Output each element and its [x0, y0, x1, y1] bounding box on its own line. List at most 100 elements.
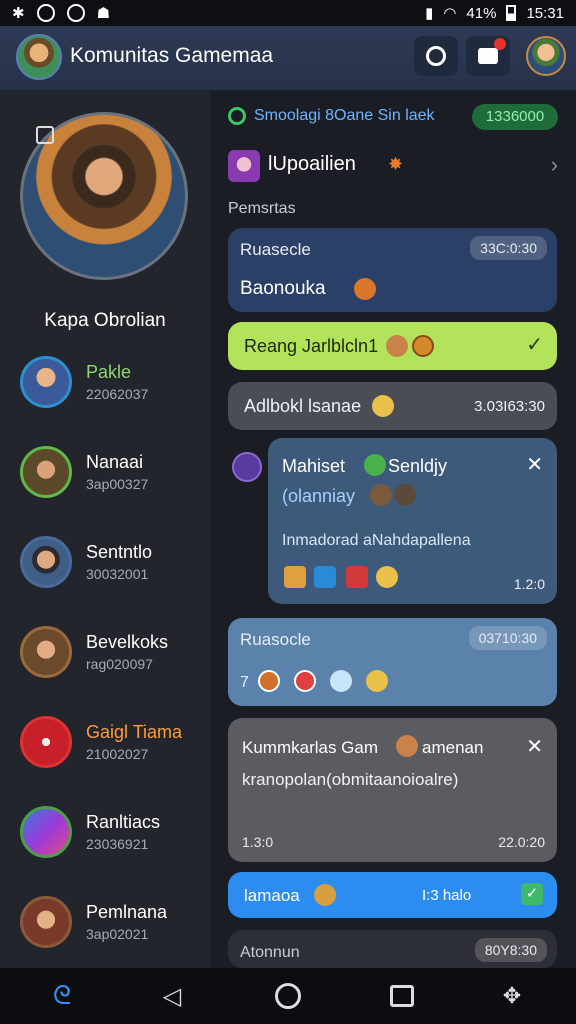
wifi-icon: ◠: [443, 5, 457, 22]
contact-number: 22062037: [86, 386, 149, 402]
compass-icon: [426, 46, 446, 66]
message-bubble[interactable]: Ruasecle 33C:0:30 Baonouka: [228, 228, 557, 312]
reaction-icon[interactable]: [366, 670, 388, 692]
app-header: Komunitas Gamemaa: [0, 26, 576, 90]
check-circle-icon: [228, 107, 246, 125]
game-icon: ☗: [96, 5, 111, 22]
contact-item[interactable]: Gaigl Tiama 21002027: [20, 714, 210, 774]
back-button[interactable]: ◁: [152, 978, 192, 1014]
inbox-button[interactable]: [466, 36, 510, 76]
sync-icon: [36, 4, 55, 22]
user-avatar[interactable]: [526, 36, 566, 76]
contact-item[interactable]: Sentntlo 30032001: [20, 534, 210, 594]
message-card[interactable]: Mahiset Senldjy ✕ (olanniay Inmadorad aN…: [268, 438, 557, 604]
contact-avatar: [20, 896, 72, 948]
chat-panel: Smoolagi 8Oane Sin laek 1336000 lUpoaili…: [210, 90, 576, 968]
message-text: lamaoa: [244, 886, 300, 905]
card-title: Mahiset: [282, 456, 346, 476]
contact-item[interactable]: Pemlnana 3ap02021: [20, 894, 210, 954]
banner-text: Smoolagi 8Oane Sin laek: [254, 107, 435, 124]
inbox-icon: [478, 48, 498, 64]
contacts-sidebar: Kapa Obrolian Pakle 22062037 Nanaai 3ap0…: [0, 90, 210, 968]
app-home-button[interactable]: ᘓ: [42, 978, 82, 1014]
message-card[interactable]: Kummkarlas Gam amenan ✕ kranopolan(obmit…: [228, 718, 557, 862]
sticker-icon[interactable]: [314, 566, 336, 588]
contact-avatar: [20, 536, 72, 588]
channel-row[interactable]: lUpoailien ✸ ›: [228, 148, 558, 182]
sticker-icon[interactable]: [376, 566, 398, 588]
message-time: 3.03I63:30: [474, 398, 545, 415]
card-title-2: amenan: [422, 738, 484, 757]
message-subtext: I:3 halo: [422, 887, 472, 904]
read-check-icon: ✓: [521, 883, 543, 905]
game-badge-icon: [232, 452, 262, 482]
close-icon[interactable]: ✕: [526, 734, 543, 759]
message-time: 33C:0:30: [470, 236, 547, 260]
home-circle-icon: [275, 983, 301, 1009]
contact-item[interactable]: Pakle 22062037: [20, 354, 210, 414]
profile-name: Kapa Obrolian: [44, 310, 166, 331]
close-icon[interactable]: ✕: [526, 452, 543, 477]
sticker-icon[interactable]: [284, 566, 306, 588]
banner-count: 1336000: [472, 104, 558, 130]
character-emoji-icon: [396, 735, 418, 757]
message-text: Reang Jarlblcln1: [244, 336, 379, 356]
contact-avatar: [20, 716, 72, 768]
contact-number: 30032001: [86, 566, 149, 582]
game-mode-button[interactable]: ✥: [492, 978, 532, 1014]
message-bubble[interactable]: lamaoa I:3 halo ✓: [228, 872, 557, 918]
card-body: kranopolan(obmitaanoioalre): [242, 770, 459, 789]
music-icon: [66, 4, 85, 22]
message-sender: Ruasecle: [240, 240, 311, 259]
contact-name: Pakle: [86, 362, 132, 382]
discover-button[interactable]: [414, 36, 458, 76]
reaction-icon[interactable]: [294, 670, 316, 692]
status-bar: ✱ ☗ ▮ ◠ 41% 15:31: [0, 0, 576, 26]
message-bubble[interactable]: Atonnun 80Y8:30: [228, 930, 557, 968]
contact-item[interactable]: Ranltiacs 23036921: [20, 804, 210, 864]
message-time: 80Y8:30: [474, 938, 547, 962]
character-emoji-icon: [314, 884, 336, 906]
contact-name: Bevelkoks: [86, 632, 169, 652]
community-avatar[interactable]: [16, 34, 62, 80]
coin-emoji-icon: [412, 335, 434, 357]
message-time: 1.2:0: [513, 576, 545, 592]
chevron-right-icon: ›: [550, 152, 558, 177]
message-time: 03710:30: [468, 626, 547, 650]
fire-emoji-icon: [354, 278, 376, 300]
page-title: Komunitas Gamemaa: [70, 44, 274, 67]
edit-icon[interactable]: [36, 126, 54, 144]
contact-item[interactable]: Nanaai 3ap00327: [20, 444, 210, 504]
channel-avatar: [228, 150, 260, 182]
globe-emoji-icon: [364, 454, 386, 476]
message-bubble-highlight[interactable]: Reang Jarlblcln1 ✓: [228, 322, 557, 370]
reaction-icon[interactable]: [258, 670, 280, 692]
battery-percent: 41%: [466, 4, 497, 22]
contact-number: 3ap02021: [86, 926, 149, 942]
contact-name: Sentntlo: [86, 542, 153, 562]
contact-name: Pemlnana: [86, 902, 168, 922]
channel-name: lUpoailien: [268, 153, 356, 175]
message-time: 1.3:0: [242, 834, 274, 850]
recents-square-icon: [390, 985, 414, 1007]
character-icon: ✥: [502, 983, 522, 1008]
message-text: Adlbokl lsanae: [244, 396, 362, 416]
contact-number: 3ap00327: [86, 476, 149, 492]
contact-number: rag020097: [86, 656, 153, 672]
contact-item[interactable]: Bevelkoks rag020097: [20, 624, 210, 684]
sticker-icon[interactable]: [346, 566, 368, 588]
event-banner[interactable]: Smoolagi 8Oane Sin laek 1336000: [228, 104, 558, 130]
contact-avatar: [20, 356, 72, 408]
home-button[interactable]: [268, 978, 308, 1014]
contact-avatar: [20, 446, 72, 498]
notification-dot: [494, 38, 506, 50]
contact-avatar: [20, 806, 72, 858]
system-nav-bar: ᘓ ◁ ✥: [0, 968, 576, 1024]
message-bubble[interactable]: Ruasocle 03710:30 7: [228, 618, 557, 706]
contact-name: Gaigl Tiama: [86, 722, 183, 742]
reaction-icon[interactable]: [330, 670, 352, 692]
message-bubble[interactable]: Adlbokl lsanae 3.03I63:30: [228, 382, 557, 430]
recents-button[interactable]: [382, 978, 422, 1014]
card-title: Kummkarlas Gam: [242, 738, 379, 757]
battery-icon: [506, 5, 517, 21]
